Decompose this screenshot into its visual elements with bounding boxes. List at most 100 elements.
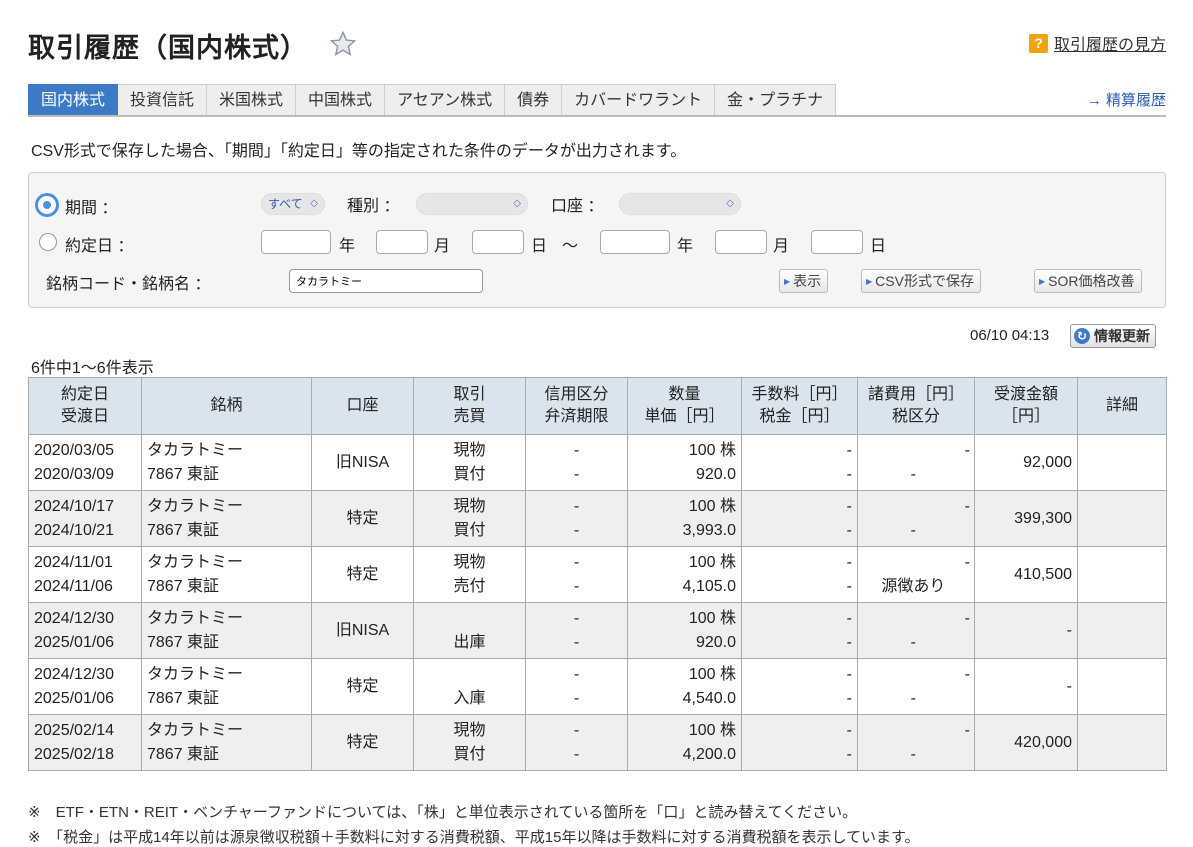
to-month-input[interactable] [715,230,767,254]
misc-cell: -- [857,490,975,547]
tab-china-stocks[interactable]: 中国株式 [296,84,386,116]
from-day-unit: 日 [531,238,548,255]
fee-cell: -- [741,434,858,491]
detail-cell[interactable] [1077,714,1167,771]
stock-name: タカラトミー [147,665,244,683]
triangle-right-icon: ▶ [866,277,873,286]
update-timestamp: 06/10 04:13 [970,327,1050,344]
date-cell: 2024/11/01 2024/11/06 [28,546,142,603]
amount-cell: 420,000 [974,714,1078,771]
help-icon: ? [1028,33,1048,53]
page-title: 取引履歴（国内株式） [28,33,308,63]
trade-cell: 現物 売付 [413,546,526,603]
date-cell: 2024/12/30 2025/01/06 [28,658,142,715]
table-header-row: 約定日 受渡日 銘柄 口座 取引 売買 信用区分 弁済期限 数量 単価［円］ 手数料［円… [28,377,1167,435]
table-row: 2024/10/17 2024/10/21 タカラトミー 7867 東証 特定 現物 買付 -… [28,490,1167,547]
stock-code-input[interactable] [289,269,483,293]
fee-cell: -- [741,546,858,603]
stock-code: 7867 東証 [147,633,220,651]
tab-bonds[interactable]: 債券 [505,84,563,116]
star-icon[interactable] [329,30,357,58]
account-select[interactable]: ◇ [619,193,741,215]
account-label: 口座 ： [551,198,604,215]
date-cell: 2024/10/17 2024/10/21 [28,490,142,547]
stock-cell: タカラトミー 7867 東証 [141,658,312,715]
from-month-input[interactable] [376,230,428,254]
detail-cell[interactable] [1077,434,1167,491]
stock-name: タカラトミー [147,721,244,739]
detail-cell[interactable] [1077,658,1167,715]
refresh-button-label: 情報更新 [1094,328,1150,344]
quantity-cell: 100 株 920.0 [627,434,742,491]
account-cell: 特定 [311,546,414,603]
stock-code: 7867 東証 [147,745,220,763]
credit-cell: -- [525,434,628,491]
settlement-history-link[interactable]: → 精算履歴 [1087,89,1166,110]
stock-name: タカラトミー [147,441,244,459]
from-month-unit: 月 [434,238,451,255]
note-etf-units: ※ ETF・ETN・REIT・ベンチャーファンドについては、「株」と単位表示され… [28,804,858,821]
account-cell: 特定 [311,490,414,547]
result-count: 6件中1〜6件表示 [31,360,154,377]
header-fee: 手数料［円］ 税金［円］ [741,377,858,435]
header-detail: 詳細 [1077,377,1167,435]
refresh-button[interactable]: ↻ 情報更新 [1070,324,1156,348]
fee-cell: -- [741,658,858,715]
from-day-input[interactable] [472,230,524,254]
header-trade: 取引 売買 [413,377,526,435]
triangle-right-icon: ▶ [1039,277,1046,286]
filter-panel: 期間 ： すべて ◇ 種別 ： ◇ 口座 ： ◇ 約定日 ： 年 月 日 〜 年… [28,172,1166,308]
show-button[interactable]: ▶ 表示 [779,269,829,293]
sor-button[interactable]: ▶ SOR価格改善 [1034,269,1142,293]
sor-button-label: SOR価格改善 [1048,273,1135,289]
to-year-unit: 年 [677,238,694,255]
misc-cell: -- [857,602,975,659]
trade-date-radio[interactable] [39,233,57,251]
amount-cell: 92,000 [974,434,1078,491]
save-csv-button[interactable]: ▶ CSV形式で保存 [861,269,981,293]
stock-cell: タカラトミー 7867 東証 [141,490,312,547]
table-row: 2020/03/05 2020/03/09 タカラトミー 7867 東証 旧NISA 現物… [28,434,1167,491]
tab-asean-stocks[interactable]: アセアン株式 [385,84,506,116]
date-cell: 2020/03/05 2020/03/09 [28,434,142,491]
to-day-input[interactable] [811,230,863,254]
header-amount: 受渡金額 ［円］ [974,377,1078,435]
tab-domestic-stocks[interactable]: 国内株式 [28,84,119,116]
tab-investment-trusts[interactable]: 投資信託 [118,84,208,116]
account-cell: 旧NISA [311,602,414,659]
date-cell: 2025/02/14 2025/02/18 [28,714,142,771]
stock-code: 7867 東証 [147,521,220,539]
account-cell: 旧NISA [311,434,414,491]
period-label: 期間 ： [65,200,118,217]
detail-cell[interactable] [1077,602,1167,659]
quantity-cell: 100 株 4,540.0 [627,658,742,715]
type-select[interactable]: ◇ [416,193,528,215]
fee-cell: -- [741,602,858,659]
from-year-input[interactable] [261,230,331,254]
misc-cell: -- [857,714,975,771]
market-tabs: 国内株式 投資信託 米国株式 中国株式 アセアン株式 債券 カバードワラント 金… [28,84,837,116]
tab-covered-warrants[interactable]: カバードワラント [562,84,716,116]
help-area: ? 取引履歴の見方 [1028,31,1166,55]
detail-cell[interactable] [1077,490,1167,547]
credit-cell: -- [525,546,628,603]
refresh-icon: ↻ [1074,328,1090,344]
chevron-updown-icon: ◇ [513,198,521,209]
to-year-input[interactable] [600,230,670,254]
period-select[interactable]: すべて ◇ [261,193,325,215]
header-credit: 信用区分 弁済期限 [525,377,628,435]
trade-cell: 現物 買付 [413,714,526,771]
help-link[interactable]: 取引履歴の見方 [1054,31,1166,55]
quantity-cell: 100 株 920.0 [627,602,742,659]
csv-notice: CSV形式で保存した場合、「期間」「約定日」等の指定された条件のデータが出力され… [31,143,687,160]
trade-cell: 入庫 [413,658,526,715]
tab-gold-platinum[interactable]: 金・プラチナ [715,84,837,116]
misc-cell: -- [857,434,975,491]
trade-date-label: 約定日 ： [65,238,134,255]
period-radio[interactable] [38,196,56,214]
tab-us-stocks[interactable]: 米国株式 [207,84,297,116]
account-cell: 特定 [311,714,414,771]
trade-cell: 出庫 [413,602,526,659]
detail-cell[interactable] [1077,546,1167,603]
type-label: 種別 ： [347,198,400,215]
